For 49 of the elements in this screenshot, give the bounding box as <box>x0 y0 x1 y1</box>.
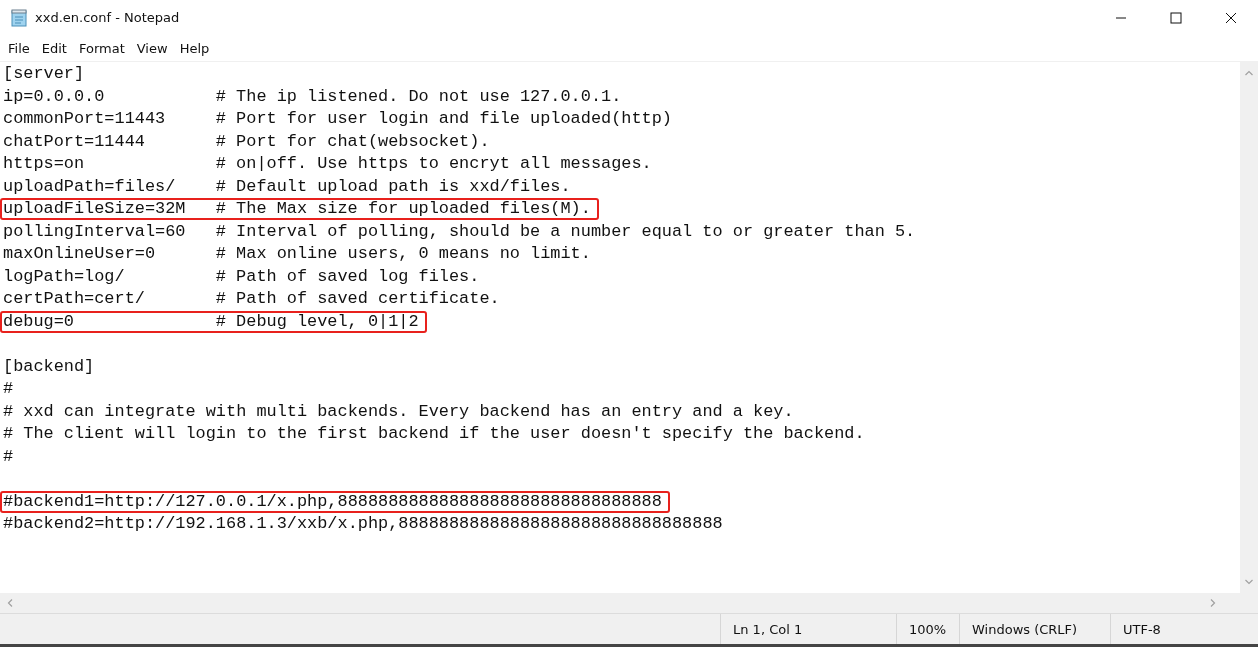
menu-item[interactable]: View <box>130 40 174 56</box>
notepad-icon <box>11 8 27 27</box>
text-line: # xxd can integrate with multi backends. Every backend has an entry and a key. <box>3 401 794 421</box>
window-title: xxd.en.conf - Notepad <box>35 10 181 25</box>
scroll-right-icon[interactable] <box>1210 599 1216 607</box>
text-line: # <box>3 379 14 398</box>
menu-item[interactable]: Edit <box>35 40 73 56</box>
setting-comment: # Debug level, 0|1|2 <box>215 311 419 331</box>
setting-key: commonPort=11443 <box>3 110 216 128</box>
vertical-scrollbar[interactable] <box>1240 62 1258 593</box>
menu-item[interactable]: Format <box>72 40 131 56</box>
setting-comment: # Port for user login and file uploaded(http) <box>215 109 672 128</box>
close-icon <box>1224 11 1237 24</box>
text-line: # The client will login to the first backend if the user doesn't specify the backend. <box>3 424 865 443</box>
cursor-position: Ln 1, Col 1 <box>733 621 803 637</box>
setting-comment: # Interval of polling, should be a number equal to or greater than 5. <box>215 221 916 241</box>
setting-key: pollingInterval=60 <box>3 222 216 241</box>
menu-item[interactable]: File <box>2 40 36 56</box>
encoding: UTF-8 <box>1123 621 1161 637</box>
scroll-left-icon[interactable] <box>7 599 13 607</box>
scroll-down-icon[interactable] <box>1245 579 1253 585</box>
menu-item[interactable]: Help <box>173 40 216 56</box>
setting-key: https=on <box>3 155 216 173</box>
maximize-icon <box>1169 11 1182 24</box>
setting-key: maxOnlineUser=0 <box>3 245 216 263</box>
setting-comment: # Default upload path is xxd/files. <box>215 176 571 196</box>
scroll-up-icon[interactable] <box>1245 70 1253 76</box>
text-line: #backend2=http://192.168.1.3/xxb/x.php,88888888888888888888888888888888 <box>3 514 723 533</box>
setting-comment: # Path of saved certificate. <box>215 289 500 308</box>
text-line: # <box>3 446 14 466</box>
setting-comment: # The Max size for uploaded files(M). <box>215 199 591 218</box>
text-line: [server] <box>3 64 85 83</box>
setting-key: chatPort=11444 <box>3 132 216 151</box>
text-line: #backend1=http://127.0.0.1/x.php,88888888888888888888888888888888 <box>3 491 662 511</box>
setting-key: certPath=cert/ <box>3 290 216 308</box>
setting-key: ip=0.0.0.0 <box>3 87 216 106</box>
setting-key: logPath=log/ <box>3 267 216 286</box>
setting-comment: # Path of saved log files. <box>215 266 480 286</box>
setting-comment: # on|off. Use https to encryt all messages. <box>215 154 652 173</box>
setting-comment: # The ip listened. Do not use 127.0.0.1. <box>215 86 622 106</box>
setting-key: uploadFileSize=32M <box>3 200 216 218</box>
setting-key: uploadPath=files/ <box>3 177 216 196</box>
setting-key: debug=0 <box>3 312 216 331</box>
horizontal-scrollbar[interactable] <box>0 593 1258 613</box>
line-endings: Windows (CRLF) <box>972 621 1078 637</box>
zoom-level: 100% <box>909 621 947 637</box>
text-line: [backend] <box>3 356 95 376</box>
setting-comment: # Max online users, 0 means no limit. <box>215 244 591 263</box>
setting-comment: # Port for chat(websocket). <box>215 131 490 151</box>
